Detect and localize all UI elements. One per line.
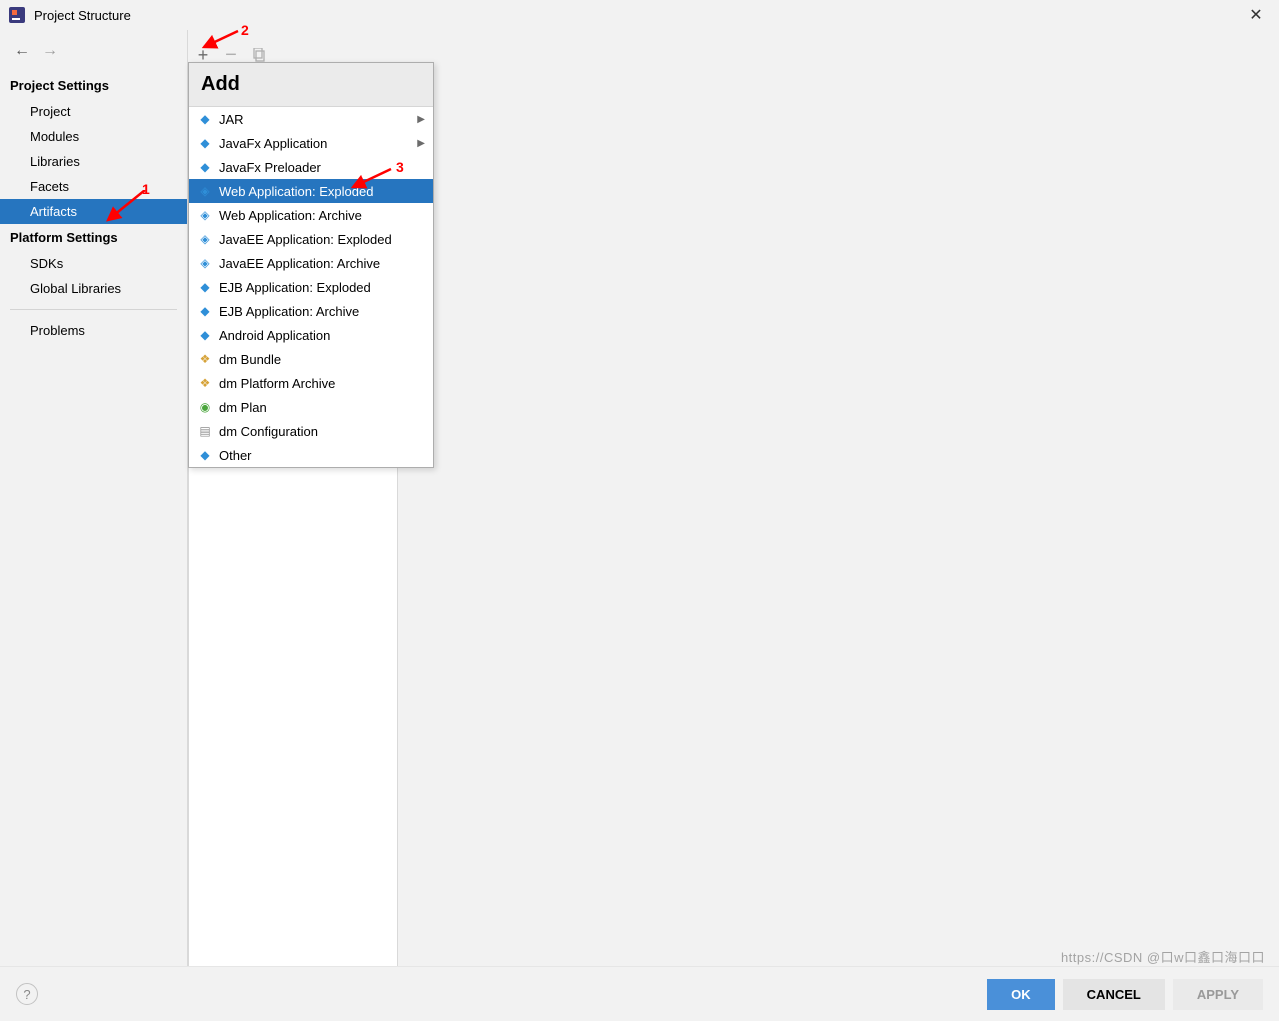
dropdown-item-label: dm Configuration xyxy=(219,424,318,439)
apply-button: APPLY xyxy=(1173,979,1263,1010)
submenu-arrow-icon: ▶ xyxy=(417,138,425,149)
annotation-label-1: 1 xyxy=(142,181,150,197)
dropdown-item-label: dm Plan xyxy=(219,400,267,415)
sidebar-item-problems[interactable]: Problems xyxy=(0,318,187,343)
module-icon: ◆ xyxy=(197,447,213,463)
javaee-icon: ◈ xyxy=(197,231,213,247)
dropdown-item-label: EJB Application: Archive xyxy=(219,304,359,319)
back-icon[interactable]: ← xyxy=(14,42,30,60)
nav-history: ← → xyxy=(0,36,187,72)
android-icon: ◆ xyxy=(197,327,213,343)
dropdown-item-javaee-application-archive[interactable]: ◈ JavaEE Application: Archive xyxy=(189,251,433,275)
dropdown-item-label: JavaFx Preloader xyxy=(219,160,321,175)
sidebar-separator xyxy=(10,309,177,310)
title-bar: Project Structure ✕ xyxy=(0,0,1279,30)
dropdown-item-label: JAR xyxy=(219,112,244,127)
bundle-icon: ❖ xyxy=(197,375,213,391)
module-icon: ◆ xyxy=(197,111,213,127)
ejb-icon: ◆ xyxy=(197,279,213,295)
help-button[interactable]: ? xyxy=(16,983,38,1005)
dropdown-item-ejb-application-archive[interactable]: ◆ EJB Application: Archive xyxy=(189,299,433,323)
add-artifact-dropdown: Add ◆ JAR ▶ ◆ JavaFx Application ▶ ◆ JavaFx Pre… xyxy=(188,62,434,468)
web-icon: ◈ xyxy=(197,207,213,223)
cancel-button[interactable]: CANCEL xyxy=(1063,979,1165,1010)
sidebar-item-global-libraries[interactable]: Global Libraries xyxy=(0,276,187,301)
javaee-icon: ◈ xyxy=(197,255,213,271)
annotation-arrow-3 xyxy=(347,167,395,191)
details-pane xyxy=(398,30,1279,966)
sidebar-item-project[interactable]: Project xyxy=(0,99,187,124)
sidebar-item-libraries[interactable]: Libraries xyxy=(0,149,187,174)
dropdown-item-label: EJB Application: Exploded xyxy=(219,280,371,295)
footer: ? OK CANCEL APPLY xyxy=(0,966,1279,1021)
dropdown-item-other[interactable]: ◆ Other xyxy=(189,443,433,467)
plan-icon: ◉ xyxy=(197,399,213,415)
dropdown-item-label: JavaEE Application: Exploded xyxy=(219,232,392,247)
annotation-arrow-2 xyxy=(200,29,242,51)
dropdown-item-web-application-archive[interactable]: ◈ Web Application: Archive xyxy=(189,203,433,227)
dropdown-item-dm-platform-archive[interactable]: ❖ dm Platform Archive xyxy=(189,371,433,395)
dropdown-item-jar[interactable]: ◆ JAR ▶ xyxy=(189,107,433,131)
section-project-settings: Project Settings xyxy=(0,72,187,99)
dropdown-item-label: Web Application: Archive xyxy=(219,208,362,223)
bundle-icon: ❖ xyxy=(197,351,213,367)
dropdown-item-label: dm Bundle xyxy=(219,352,281,367)
section-platform-settings: Platform Settings xyxy=(0,224,187,251)
sidebar-item-sdks[interactable]: SDKs xyxy=(0,251,187,276)
dropdown-item-label: dm Platform Archive xyxy=(219,376,335,391)
app-icon xyxy=(8,6,26,24)
dropdown-item-javaee-application-exploded[interactable]: ◈ JavaEE Application: Exploded xyxy=(189,227,433,251)
ok-button[interactable]: OK xyxy=(987,979,1055,1010)
web-icon: ◈ xyxy=(197,183,213,199)
dropdown-item-dm-plan[interactable]: ◉ dm Plan xyxy=(189,395,433,419)
dropdown-item-android-application[interactable]: ◆ Android Application xyxy=(189,323,433,347)
submenu-arrow-icon: ▶ xyxy=(417,114,425,125)
dropdown-item-dm-bundle[interactable]: ❖ dm Bundle xyxy=(189,347,433,371)
dropdown-item-ejb-application-exploded[interactable]: ◆ EJB Application: Exploded xyxy=(189,275,433,299)
close-icon[interactable]: ✕ xyxy=(1241,5,1271,25)
dropdown-item-javafx-application[interactable]: ◆ JavaFx Application ▶ xyxy=(189,131,433,155)
dropdown-item-label: JavaEE Application: Archive xyxy=(219,256,380,271)
dropdown-item-dm-configuration[interactable]: ▤ dm Configuration xyxy=(189,419,433,443)
sidebar-item-facets[interactable]: Facets xyxy=(0,174,187,199)
dropdown-item-label: Other xyxy=(219,448,252,463)
annotation-label-3: 3 xyxy=(396,159,404,175)
dropdown-item-web-application-exploded[interactable]: ◈Web Application: Exploded xyxy=(189,179,433,203)
config-icon: ▤ xyxy=(197,423,213,439)
dropdown-header: Add xyxy=(189,63,433,107)
dropdown-item-label: Android Application xyxy=(219,328,330,343)
module-icon: ◆ xyxy=(197,159,213,175)
sidebar-item-modules[interactable]: Modules xyxy=(0,124,187,149)
sidebar-item-artifacts[interactable]: Artifacts xyxy=(0,199,187,224)
module-icon: ◆ xyxy=(197,135,213,151)
forward-icon[interactable]: → xyxy=(42,42,58,60)
ejb-icon: ◆ xyxy=(197,303,213,319)
annotation-label-2: 2 xyxy=(241,22,249,38)
sidebar: ← → Project Settings Project Modules Lib… xyxy=(0,30,188,966)
window-title: Project Structure xyxy=(34,8,1241,23)
dropdown-item-label: JavaFx Application xyxy=(219,136,327,151)
